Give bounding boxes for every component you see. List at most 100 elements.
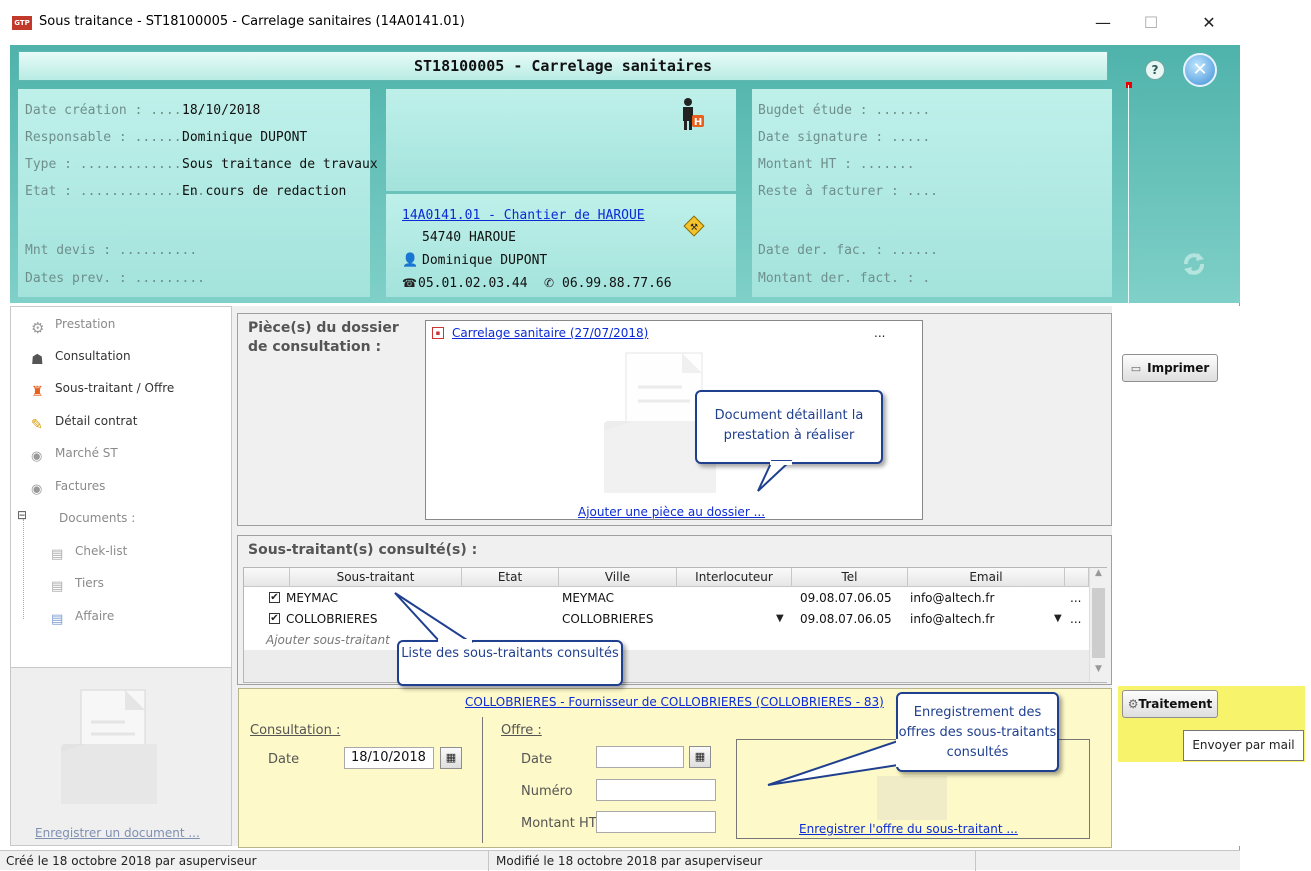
nav-item-prestation[interactable]: ⚙ Prestation [31, 313, 116, 337]
callout-document: Document détaillant la prestation à réal… [695, 390, 883, 464]
nav-item-sous-traitant[interactable]: ♜ Sous-traitant / Offre [31, 377, 174, 400]
calendar-icon[interactable]: ▦ [689, 746, 711, 768]
mobile-icon: ✆ [544, 276, 555, 290]
row-more-button[interactable]: ... [1070, 609, 1081, 629]
traitement-label: Traitement [1138, 697, 1213, 711]
date-creation-label: Date création : ....... [25, 103, 206, 118]
imprimer-button[interactable]: ▭ Imprimer [1122, 354, 1218, 382]
nav-item-documents[interactable]: Documents : [59, 507, 135, 529]
printer-icon: ▭ [1130, 362, 1142, 375]
document-link[interactable]: Carrelage sanitaire (27/07/2018) [452, 326, 648, 340]
pieces-title-line2: de consultation : [248, 339, 382, 355]
nav-item-chek-list[interactable]: ▤ Chek-list [51, 540, 127, 562]
table-row[interactable]: ✔ MEYMAC MEYMAC 09.08.07.06.05 info@alte… [244, 588, 1089, 608]
pencil-icon: ✎ [31, 416, 43, 433]
resize-marker [1126, 82, 1132, 88]
numero-field[interactable] [596, 779, 716, 801]
svg-text:H: H [694, 117, 702, 128]
phone-icon: ☎ [402, 276, 417, 290]
page-title: ST18100005 - Carrelage sanitaires [18, 51, 1108, 81]
gear-icon: ⚙ [31, 318, 45, 337]
offre-date-field[interactable] [596, 746, 684, 768]
scrollbar-thumb[interactable] [1092, 588, 1105, 658]
cell-ville: MEYMAC [562, 591, 614, 605]
date-der-fac-label: Date der. fac. : ...... [758, 243, 939, 258]
nav-label: Prestation [55, 317, 116, 331]
table-scrollbar[interactable]: ▲ ▼ [1089, 568, 1107, 682]
nav-label: Affaire [75, 609, 115, 623]
nav-item-consultation[interactable]: ☗ Consultation [31, 345, 131, 368]
cell-name: MEYMAC [286, 591, 338, 605]
column-header-sous-traitant[interactable]: Sous-traitant [290, 568, 462, 587]
pieces-group: Pièce(s) du dossier de consultation : ▪ … [237, 313, 1112, 526]
chantier-link[interactable]: 14A0141.01 - Chantier de HAROUE [402, 208, 645, 223]
maximize-button[interactable]: ☐ [1128, 8, 1174, 38]
consultation-label: Consultation : [250, 723, 341, 738]
table-empty-area [244, 650, 1089, 682]
nav-label: Documents : [59, 511, 136, 525]
nav-item-detail-contrat[interactable]: ✎ Détail contrat [31, 410, 138, 433]
budget-label: Bugdet étude : ....... [758, 103, 931, 118]
mnt-devis-label: Mnt devis : .......... [25, 243, 198, 258]
help-icon[interactable]: ? [1145, 60, 1165, 80]
close-circle-icon[interactable]: ✕ [1183, 53, 1217, 87]
traitement-button[interactable]: ⚙Traitement [1122, 690, 1218, 718]
consultation-date-field[interactable]: 18/10/2018 [344, 747, 434, 769]
nav-label: Tiers [75, 576, 104, 590]
more-button[interactable]: ... [874, 326, 885, 340]
window-title: Sous traitance - ST18100005 - Carrelage … [39, 14, 465, 29]
row-more-button[interactable]: ... [1070, 588, 1081, 608]
register-offer-link[interactable]: Enregistrer l'offre du sous-traitant ... [799, 822, 1018, 836]
close-button[interactable]: ✕ [1186, 8, 1232, 38]
calendar-icon[interactable]: ▦ [440, 747, 462, 769]
document-dropzone[interactable]: Enregistrer un document ... [11, 667, 231, 845]
nav-item-factures[interactable]: ◉ Factures [31, 475, 105, 497]
register-document-link[interactable]: Enregistrer un document ... [35, 826, 200, 840]
nav-item-marche-st[interactable]: ◉ Marché ST [31, 442, 118, 464]
tooltip: Envoyer par mail [1183, 730, 1304, 761]
add-piece-link[interactable]: Ajouter une pièce au dossier ... [578, 505, 765, 519]
scroll-up-icon[interactable]: ▲ [1090, 568, 1107, 585]
tree-line [23, 519, 24, 619]
column-header-ville[interactable]: Ville [559, 568, 677, 587]
nav-item-affaire[interactable]: ▤ Affaire [51, 605, 114, 627]
scroll-down-icon[interactable]: ▼ [1090, 664, 1107, 681]
row-checkbox[interactable]: ✔ [269, 613, 280, 624]
email-dropdown-icon[interactable]: ▼ [1054, 613, 1062, 624]
add-subcontractor-row[interactable]: Ajouter sous-traitant [266, 630, 390, 650]
action-panel [1112, 306, 1240, 846]
status-created: Créé le 18 octobre 2018 par asuperviseur [6, 854, 257, 868]
cell-tel: 09.08.07.06.05 [800, 612, 892, 626]
refresh-icon[interactable] [1180, 250, 1208, 278]
etat-value: En cours de redaction [182, 184, 347, 199]
montant-der-label: Montant der. fact. : . [758, 271, 931, 286]
row-checkbox[interactable]: ✔ [269, 592, 280, 603]
supplier-link[interactable]: COLLOBRIERES - Fournisseur de COLLOBRIER… [465, 695, 884, 709]
column-header-etat[interactable]: Etat [462, 568, 559, 587]
header-panel: ST18100005 - Carrelage sanitaires ? ✕ Da… [10, 45, 1240, 303]
nav-label: Factures [55, 479, 106, 493]
person-icon: 👤 [402, 253, 419, 268]
table-row[interactable]: ✔ COLLOBRIERES COLLOBRIERES ▼ 09.08.07.0… [244, 609, 1089, 629]
interlocuteur-dropdown-icon[interactable]: ▼ [776, 613, 784, 624]
reste-label: Reste à facturer : .... [758, 184, 939, 199]
montant-label: Montant HT [521, 816, 597, 831]
application-window: GTP Sous traitance - ST18100005 - Carrel… [0, 0, 1305, 871]
column-header-email[interactable]: Email [908, 568, 1065, 587]
callout-document-tail [757, 460, 793, 492]
date-creation-value: 18/10/2018 [182, 103, 261, 118]
montant-field[interactable] [596, 811, 716, 833]
cell-email: info@altech.fr [910, 612, 995, 626]
minimize-button[interactable]: — [1080, 8, 1126, 38]
status-bar: Créé le 18 octobre 2018 par asuperviseur… [0, 850, 1240, 871]
column-header-tel[interactable]: Tel [792, 568, 908, 587]
nav-label: Détail contrat [55, 414, 138, 428]
dates-prev-label: Dates prev. : ......... [25, 271, 206, 286]
column-header-interlocuteur[interactable]: Interlocuteur [677, 568, 792, 587]
folder-icon [55, 682, 165, 808]
offre-date-label: Date [521, 752, 553, 767]
info-panel-right: Bugdet étude : ....... Date signature : … [752, 89, 1112, 297]
info-panel-left: Date création : ....... 18/10/2018 Respo… [18, 89, 378, 297]
column-header-extra [1065, 568, 1089, 587]
nav-item-tiers[interactable]: ▤ Tiers [51, 572, 104, 594]
